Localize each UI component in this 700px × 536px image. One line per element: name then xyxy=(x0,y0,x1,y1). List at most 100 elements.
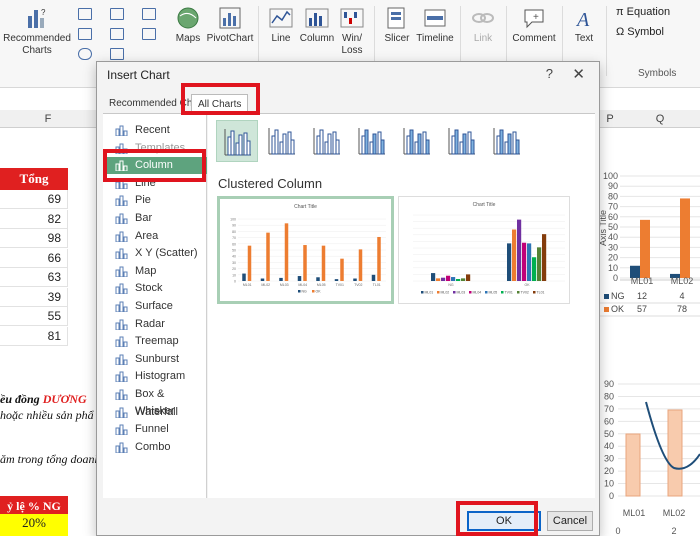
chart-type-treemap[interactable]: Treemap xyxy=(103,333,207,350)
chart-type-combo[interactable]: Combo xyxy=(103,439,207,456)
recommended-charts-button[interactable]: ? Recommended Charts xyxy=(2,6,72,57)
waterfall-chart-icon[interactable] xyxy=(142,8,156,20)
y-tick-label: 100 xyxy=(603,171,618,181)
chart-type-sunburst[interactable]: Sunburst xyxy=(103,351,207,368)
chart-type-histogram[interactable]: Histogram xyxy=(103,368,207,385)
chart-type-x-y-scatter-[interactable]: X Y (Scatter) xyxy=(103,245,207,262)
text-label: Text xyxy=(574,33,594,44)
chart-type-map[interactable]: Map xyxy=(103,263,207,280)
chart-preview-series-by-column[interactable]: Chart Title NG OK ML01 ML02 ML03 ML04 ML05 TV01… xyxy=(398,196,570,304)
equation-button[interactable]: π Equation xyxy=(616,6,670,18)
text-icon: A xyxy=(575,9,590,30)
table-value: 57 xyxy=(637,304,647,314)
bar-ng xyxy=(371,274,376,281)
chart-type-label: Sunburst xyxy=(135,352,180,365)
3d-clustered-column-icon xyxy=(358,128,385,155)
cancel-button[interactable]: Cancel xyxy=(547,511,593,531)
chart-type-box-whisker[interactable]: Box & Whisker xyxy=(103,386,207,417)
chart-type-line[interactable]: Line xyxy=(103,175,207,192)
ratio-value-cell[interactable]: 20% xyxy=(0,514,68,532)
pie-chart-small-icon[interactable] xyxy=(78,48,92,60)
legend-label: ML04 xyxy=(473,291,482,295)
row-name: NG xyxy=(611,291,625,301)
column-header-p[interactable]: P xyxy=(600,110,620,128)
subtype-3d-clustered-column[interactable] xyxy=(351,120,393,162)
tong-value-cell[interactable]: 63 xyxy=(0,268,68,287)
tong-value-cell[interactable]: 55 xyxy=(0,307,68,326)
existing-column-chart[interactable]: 1009080706050403020100Axis TitleML01 ML02… xyxy=(600,166,700,328)
chart-type-bar[interactable]: Bar xyxy=(103,210,207,227)
y-tick-label: 30 xyxy=(608,242,618,252)
svg-text:+: + xyxy=(533,12,539,23)
chart-type-area[interactable]: Area xyxy=(103,228,207,245)
help-button[interactable]: ? xyxy=(546,66,553,81)
chart-type-label: Templates xyxy=(135,141,186,154)
chart-type-surface[interactable]: Surface xyxy=(103,298,207,315)
existing-line-chart[interactable]: 9080706050403020100ML01 ML020 2 xyxy=(600,372,700,536)
tong-value-cell[interactable]: 39 xyxy=(0,287,68,307)
x-tick-label: TL01 xyxy=(373,283,381,287)
symbol-button[interactable]: Ω Symbol xyxy=(616,26,664,38)
subtype-100-stacked-column[interactable] xyxy=(306,120,348,162)
chart-type-stock[interactable]: Stock xyxy=(103,280,207,297)
symbol-label: Symbol xyxy=(627,26,664,38)
combo-chart-icon[interactable] xyxy=(142,28,156,40)
tong-value-cell[interactable]: 98 xyxy=(0,229,68,248)
chart-type-recent[interactable]: Recent xyxy=(103,122,207,139)
sparkline-line-button[interactable]: Line xyxy=(264,6,298,45)
sparkline-column-button[interactable]: Column xyxy=(298,6,336,45)
ratio-value-cell-2[interactable]: 7% xyxy=(0,532,68,536)
column-chart-small-icon[interactable] xyxy=(78,8,92,20)
subtype-3d-stacked-column[interactable] xyxy=(396,120,438,162)
y-tick-label: 100 xyxy=(230,218,236,222)
scatter-chart-small-icon[interactable] xyxy=(110,48,124,60)
legend-label: OK xyxy=(316,290,322,294)
chart-type-funnel[interactable]: Funnel xyxy=(103,421,207,438)
subtype-3d-column[interactable] xyxy=(486,120,528,162)
sparkline-winloss-button[interactable]: Win/ Loss xyxy=(336,6,368,57)
100-stacked-column-icon xyxy=(313,128,340,155)
tong-value-cell[interactable]: 82 xyxy=(0,209,68,229)
clustered-column-icon xyxy=(224,129,251,156)
timeline-button[interactable]: Timeline xyxy=(414,6,456,45)
maps-button[interactable]: Maps xyxy=(172,6,204,45)
subtype-3d-100-stacked-column[interactable] xyxy=(441,120,483,162)
tong-value-cell[interactable]: 81 xyxy=(0,326,68,346)
chart-type-label: Recent xyxy=(135,124,170,136)
tong-value-cell[interactable]: 69 xyxy=(0,190,68,209)
chart-type-waterfall[interactable]: Waterfall xyxy=(103,404,207,421)
text-button[interactable]: A Text xyxy=(568,6,600,45)
chart-type-label: Line xyxy=(135,176,156,189)
note-line-3: ăm trong tổng doanh xyxy=(0,452,101,466)
statistic-chart-icon[interactable] xyxy=(110,28,124,40)
chart-type-radar[interactable]: Radar xyxy=(103,316,207,333)
chart-type-templates[interactable]: Templates xyxy=(103,140,207,157)
column-header-q[interactable]: Q xyxy=(620,110,700,128)
ok-button[interactable]: OK xyxy=(467,511,541,531)
y-tick-label: 80 xyxy=(232,230,236,234)
omega-icon: Ω xyxy=(616,26,625,38)
hierarchy-chart-icon[interactable] xyxy=(110,8,124,20)
ratio-header-cell[interactable]: ỷ lệ % NG xyxy=(0,496,68,516)
bar-icon xyxy=(115,213,128,224)
comment-button[interactable]: + Comment xyxy=(512,6,556,45)
category-label: ML01 xyxy=(631,276,654,286)
sparkline-column-icon xyxy=(305,8,329,28)
tong-value-cell[interactable]: 66 xyxy=(0,248,68,268)
tab-all-charts[interactable]: All Charts xyxy=(191,94,249,114)
chart-type-column[interactable]: Column xyxy=(103,157,207,175)
subtype-stacked-column[interactable] xyxy=(261,120,303,162)
legend-label: ML05 xyxy=(489,291,498,295)
link-button[interactable]: Link xyxy=(468,6,498,45)
chart-preview-series-by-row[interactable]: Chart Title 0 10 20 30 40 50 60 70 80 90 100 ML01 ML… xyxy=(217,196,394,304)
column-header-f[interactable]: F xyxy=(0,110,96,128)
line-chart-small-icon[interactable] xyxy=(78,28,92,40)
subtype-clustered-column[interactable] xyxy=(216,120,258,162)
x-number-label: 0 xyxy=(615,526,620,536)
close-button[interactable]: ✕ xyxy=(572,65,585,83)
pivotchart-button[interactable]: PivotChart xyxy=(204,6,256,45)
column-header-p-label: P xyxy=(606,113,614,125)
slicer-button[interactable]: Slicer xyxy=(380,6,414,45)
tong-header-cell[interactable]: Tổng xyxy=(0,168,68,190)
chart-type-pie[interactable]: Pie xyxy=(103,192,207,209)
